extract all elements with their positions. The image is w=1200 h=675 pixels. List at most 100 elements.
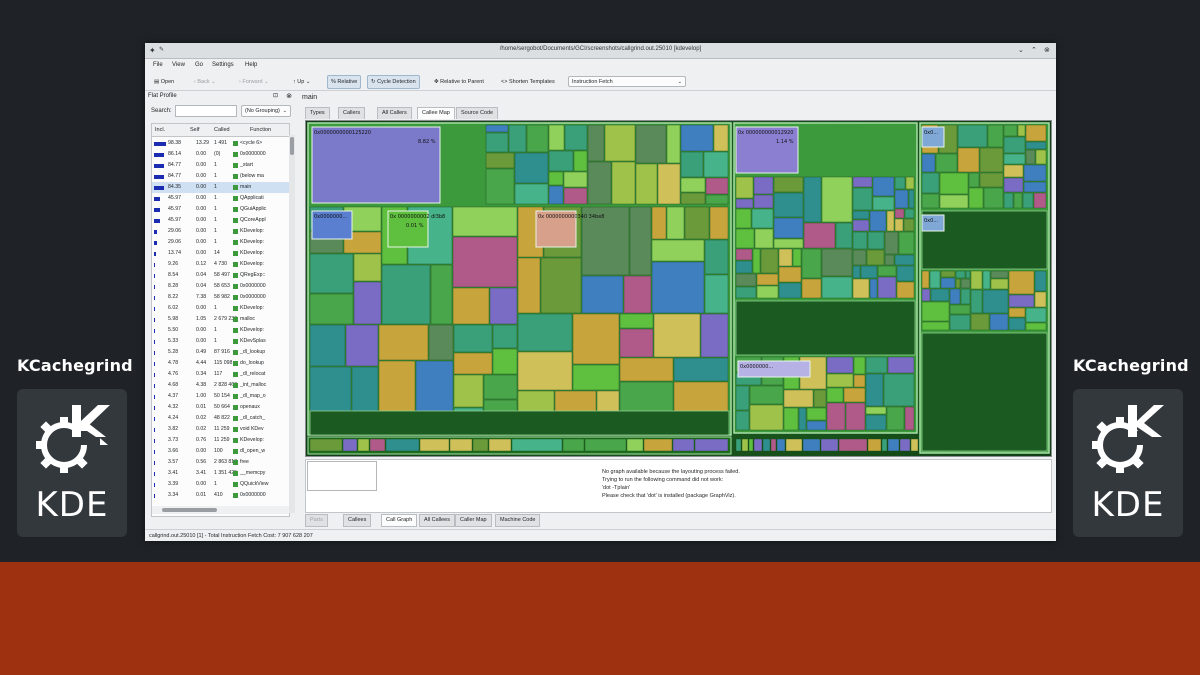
treemap-cell[interactable] [635,163,658,205]
treemap-cell[interactable] [713,124,729,152]
treemap-cell[interactable] [1003,177,1024,193]
treemap-cell[interactable] [957,147,980,173]
treemap-cell[interactable] [735,228,755,249]
treemap-cell[interactable] [581,275,624,314]
treemap-cell[interactable] [1008,317,1026,331]
treemap-cell[interactable] [968,172,980,188]
treemap-cell[interactable] [680,177,706,193]
treemap-cell[interactable] [753,194,774,209]
open-button[interactable]: ▤ Open [150,75,178,89]
treemap-cell[interactable] [514,152,549,184]
treemap-cell[interactable] [514,183,549,205]
treemap-cell[interactable] [1025,141,1047,150]
treemap-cell[interactable] [517,257,541,314]
treemap-cell[interactable] [1008,307,1026,318]
tab-call-graph[interactable]: Call Graph [381,514,418,527]
horizontal-scrollbar[interactable] [152,506,289,514]
table-row[interactable]: 5.33 0.00 1 KDevSplas [152,336,289,347]
tab-source-code[interactable]: Source Code [456,107,499,119]
treemap-cell[interactable] [353,253,382,282]
treemap-cell[interactable] [1034,291,1047,308]
treemap-cell[interactable] [1017,124,1026,137]
treemap-cell[interactable] [572,313,620,365]
treemap-cell[interactable] [1003,192,1014,209]
table-row[interactable]: 3.41 3.41 1 351 425 __memcpy [152,468,289,479]
treemap-cell[interactable] [872,176,895,197]
treemap-cell[interactable] [866,249,885,266]
treemap-cell[interactable] [651,206,667,240]
treemap-cell[interactable] [990,278,1009,290]
table-row[interactable]: 6.02 0.00 1 KDevelop: [152,303,289,314]
treemap-cell[interactable] [803,222,836,249]
treemap-cell[interactable] [489,287,518,325]
treemap-cell[interactable] [821,248,853,277]
treemap-cell[interactable] [735,176,754,199]
treemap-cell[interactable] [548,124,565,151]
treemap-cell[interactable] [1003,136,1026,154]
treemap-cell[interactable] [672,438,695,452]
treemap-canvas[interactable]: 0x0000000000125220 8.82 % 0x 0000000000129… [306,121,1051,456]
treemap-cell[interactable] [345,324,379,367]
treemap-cell[interactable] [921,288,931,302]
treemap-cell[interactable] [651,239,705,262]
treemap-cell[interactable] [1034,270,1047,292]
table-row[interactable]: 5.28 0.49 87 916 _dl_lookup [152,347,289,358]
table-row[interactable]: 9.26 0.12 4 730 KDevelop: [152,259,289,270]
treemap-cell[interactable] [987,124,1004,148]
treemap-cell[interactable] [378,324,429,361]
treemap-cell[interactable] [548,150,574,172]
table-row[interactable]: 8.28 0.04 58 653 0x0000000 [152,281,289,292]
table-row[interactable]: 4.32 0.01 50 664 openaux [152,402,289,413]
treemap-cell[interactable] [563,187,588,205]
call-graph-view[interactable]: No graph available because the layouting… [305,459,1052,513]
treemap-cell[interactable] [449,438,473,452]
grouping-select[interactable]: (No Grouping) ⌄ [241,105,291,117]
treemap-cell[interactable] [604,124,636,162]
scrollbar-thumb[interactable] [162,508,217,512]
table-row[interactable]: 5.50 0.00 1 KDevelop: [152,325,289,336]
treemap-cell[interactable] [921,321,950,331]
graph-overview-panner[interactable] [307,461,377,491]
treemap-cell[interactable] [619,328,654,358]
treemap-cell[interactable] [357,438,370,452]
treemap-cell[interactable] [955,278,961,289]
tab-callees[interactable]: Callees [343,514,372,527]
treemap-cell[interactable] [894,254,915,266]
treemap-cell[interactable] [694,438,729,452]
treemap-cell[interactable] [886,210,895,232]
treemap-cell[interactable] [700,313,729,358]
treemap-cell[interactable] [626,438,644,452]
float-panel-icon[interactable]: ⊡ [273,92,278,99]
treemap-cell[interactable] [983,187,1004,209]
treemap-cell[interactable] [488,438,512,452]
treemap-cell[interactable] [872,196,895,211]
treemap-cell[interactable] [883,373,915,407]
treemap-cell[interactable] [309,410,730,436]
table-row[interactable]: 29.06 0.00 1 KDevelop: [152,226,289,237]
treemap-cell[interactable] [735,260,753,274]
forward-button[interactable]: › Forward ⌄ [235,75,273,89]
treemap-cell[interactable] [865,373,884,407]
treemap-cell[interactable] [783,389,814,408]
treemap-cell[interactable] [704,239,729,275]
treemap-cell[interactable] [735,438,742,452]
treemap-cell[interactable] [573,150,588,172]
treemap-cell[interactable] [492,324,518,349]
treemap-cell[interactable] [564,124,588,151]
treemap-cell[interactable] [680,124,714,152]
tab-all-callees[interactable]: All Callees [419,514,455,527]
treemap-cell[interactable] [748,438,754,452]
treemap-cell[interactable] [353,281,382,325]
menu-file[interactable]: File [153,62,163,68]
treemap-cell[interactable] [778,282,802,299]
treemap-cell[interactable] [342,438,358,452]
treemap-cell[interactable] [1023,181,1047,193]
table-row[interactable]: 4.24 0.02 48 822 _dl_catch_ [152,413,289,424]
tab-types[interactable]: Types [305,107,330,119]
table-row[interactable]: 45.97 0.00 1 QGuiApplic [152,204,289,215]
treemap-cell[interactable] [611,161,636,205]
treemap-cell[interactable] [309,324,346,367]
callee-map-treemap[interactable]: 0x0000000000125220 8.82 % 0x 0000000000129… [305,120,1052,457]
table-row[interactable]: 13.74 0.00 14 KDevelop: [152,248,289,259]
treemap-cell[interactable] [801,278,822,299]
